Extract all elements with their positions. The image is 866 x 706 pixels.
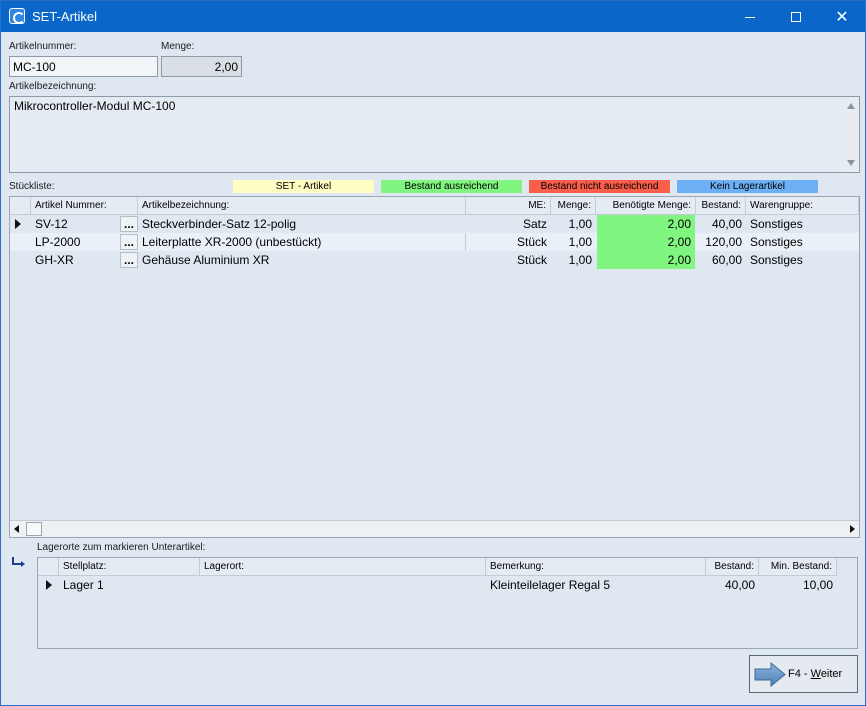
scroll-up-icon[interactable] (847, 103, 855, 109)
cell-warengruppe[interactable]: Sonstiges (746, 233, 859, 251)
minimize-icon (745, 16, 755, 18)
col-header-lagerort[interactable]: Lagerort: (200, 558, 486, 576)
scrollbar-thumb[interactable] (26, 522, 42, 536)
cell-benoetigte-menge[interactable]: 2,00 (597, 233, 695, 251)
cell-artikelbezeichnung[interactable]: Leiterplatte XR-2000 (unbestückt) (138, 233, 466, 251)
weiter-button[interactable]: F4 - Weiter (749, 655, 858, 693)
cell-warengruppe[interactable]: Sonstiges (746, 251, 859, 269)
scroll-down-icon[interactable] (847, 160, 855, 166)
window-title: SET-Artikel (32, 9, 98, 24)
row-lookup-button[interactable]: ... (120, 252, 138, 268)
cell-warengruppe[interactable]: Sonstiges (746, 215, 859, 233)
cell-artikelbezeichnung[interactable]: Gehäuse Aluminium XR (138, 251, 466, 269)
minimize-button[interactable] (727, 1, 773, 32)
cell-bemerkung[interactable]: Kleinteilelager Regal 5 (486, 576, 706, 594)
cell-bestand[interactable]: 40,00 (706, 576, 759, 594)
legend-bestand-ausreichend: Bestand ausreichend (381, 180, 522, 193)
cell-artikel-nummer[interactable]: SV-12 (31, 215, 121, 233)
legend-set-artikel: SET - Artikel (233, 180, 374, 193)
row-selected-icon (46, 580, 52, 590)
cell-menge[interactable]: 1,00 (551, 251, 596, 269)
col-header-min-bestand[interactable]: Min. Bestand: (759, 558, 837, 576)
cell-menge[interactable]: 1,00 (551, 233, 596, 251)
cell-benoetigte-menge[interactable]: 2,00 (597, 251, 695, 269)
row-lookup-button[interactable]: ... (120, 216, 138, 232)
menge-label: Menge: (161, 41, 195, 52)
grid-horizontal-scrollbar[interactable] (10, 520, 859, 537)
stueckliste-grid: Artikel Nummer: Artikelbezeichnung: ME: … (9, 196, 860, 538)
cell-me[interactable]: Stück (466, 251, 551, 269)
cell-bestand[interactable]: 40,00 (696, 215, 746, 233)
legend-bestand-nicht-ausreichend: Bestand nicht ausreichend (529, 180, 670, 193)
col-header-me[interactable]: ME: (466, 197, 551, 215)
cell-me[interactable]: Satz (466, 215, 551, 233)
artikelbezeichnung-field[interactable]: Mikrocontroller-Modul MC-100 (9, 96, 860, 173)
cell-artikelbezeichnung[interactable]: Steckverbinder-Satz 12-polig (138, 215, 466, 233)
col-header-bestand[interactable]: Bestand: (696, 197, 746, 215)
col-header-artikel-nummer[interactable]: Artikel Nummer: (31, 197, 138, 215)
table-row[interactable]: LP-2000 ... Leiterplatte XR-2000 (unbest… (10, 233, 859, 251)
set-artikel-window: SET-Artikel ✕ Artikelnummer: MC-100 Meng… (0, 0, 866, 706)
artikelbezeichnung-text: Mikrocontroller-Modul MC-100 (14, 99, 176, 113)
row-lookup-button[interactable]: ... (120, 234, 138, 250)
col-header-artikelbezeichnung[interactable]: Artikelbezeichnung: (138, 197, 466, 215)
artikelbezeichnung-label: Artikelbezeichnung: (9, 81, 97, 92)
row-selected-icon (15, 219, 21, 229)
cell-benoetigte-menge[interactable]: 2,00 (597, 215, 695, 233)
close-button[interactable]: ✕ (819, 1, 865, 32)
col-header-bemerkung[interactable]: Bemerkung: (486, 558, 706, 576)
arrow-right-icon (754, 662, 786, 687)
lagerorte-grid: Stellplatz: Lagerort: Bemerkung: Bestand… (37, 557, 858, 649)
cell-min-bestand[interactable]: 10,00 (759, 576, 837, 594)
cell-lagerort[interactable] (200, 576, 486, 594)
stueckliste-label: Stückliste: (9, 181, 55, 192)
table-row[interactable]: Lager 1 Kleinteilelager Regal 5 40,00 10… (38, 576, 857, 594)
scroll-right-icon[interactable] (850, 525, 855, 533)
col-header-menge[interactable]: Menge: (551, 197, 596, 215)
cell-stellplatz[interactable]: Lager 1 (59, 576, 200, 594)
maximize-icon (791, 12, 801, 23)
weiter-button-label: F4 - Weiter (788, 668, 843, 680)
col-header-bestand[interactable]: Bestand: (706, 558, 759, 576)
table-row[interactable]: GH-XR ... Gehäuse Aluminium XR Stück 1,0… (10, 251, 859, 269)
table-row[interactable]: SV-12 ... Steckverbinder-Satz 12-polig S… (10, 215, 859, 233)
row-selector-header (10, 197, 31, 215)
artikelnummer-label: Artikelnummer: (9, 41, 77, 52)
title-bar: SET-Artikel ✕ (1, 1, 865, 32)
cell-bestand[interactable]: 60,00 (696, 251, 746, 269)
close-icon: ✕ (835, 7, 849, 26)
app-icon (9, 8, 25, 24)
cell-bestand[interactable]: 120,00 (696, 233, 746, 251)
col-header-stellplatz[interactable]: Stellplatz: (59, 558, 200, 576)
cell-menge[interactable]: 1,00 (551, 215, 596, 233)
maximize-button[interactable] (773, 1, 819, 32)
artikelnummer-field[interactable]: MC-100 (9, 56, 158, 77)
cell-me[interactable]: Stück (466, 233, 551, 251)
memo-scrollbar[interactable] (843, 97, 859, 172)
col-header-benoetigte-menge[interactable]: Benötigte Menge: (596, 197, 696, 215)
col-header-warengruppe[interactable]: Warengruppe: (746, 197, 859, 215)
legend-kein-lagerartikel: Kein Lagerartikel (677, 180, 818, 193)
menge-field[interactable]: 2,00 (161, 56, 242, 77)
sub-article-arrow-icon (12, 557, 25, 567)
row-selector-header (38, 558, 59, 576)
scroll-left-icon[interactable] (14, 525, 19, 533)
cell-artikel-nummer[interactable]: GH-XR (31, 251, 121, 269)
lagerorte-label: Lagerorte zum markieren Unterartikel: (37, 542, 206, 553)
cell-artikel-nummer[interactable]: LP-2000 (31, 233, 121, 251)
